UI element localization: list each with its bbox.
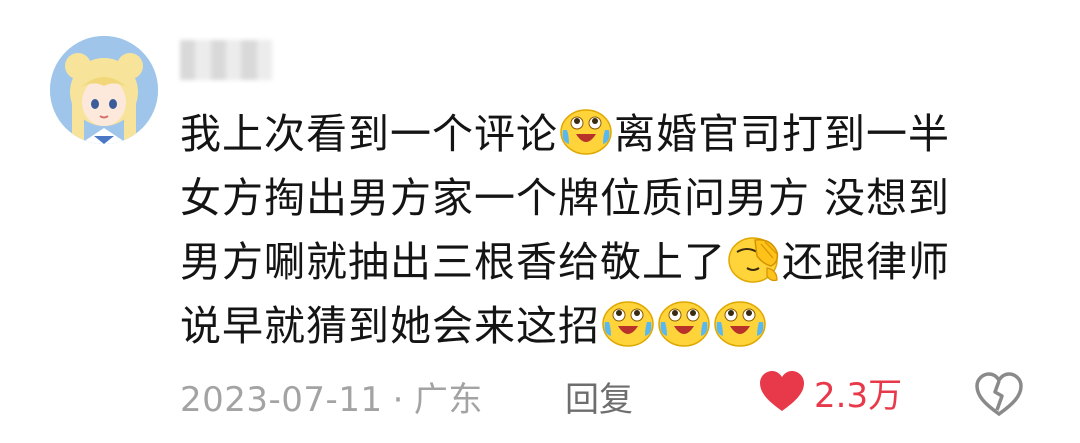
- comment-location: 广东: [413, 380, 483, 420]
- comment-line-1: 我上次看到一个评论 离婚官司打到一半: [180, 102, 1040, 166]
- comment-item: 我上次看到一个评论 离婚官司打到一半 女方掏出男方家一个牌位质问男方 没想到 男…: [0, 0, 1080, 443]
- laugh-cry-icon: [713, 298, 767, 348]
- comment-segment: 离婚官司打到一半: [614, 110, 950, 158]
- comment-line-4: 说早就猜到她会来这招: [180, 294, 1040, 358]
- like-count: 2.3万: [814, 376, 903, 416]
- comment-segment: 女方掏出男方家一个牌位质问男方 没想到: [180, 174, 951, 222]
- comment-line-3: 男方唰就抽出三根香给敬上了 还跟律师: [180, 230, 1040, 294]
- comment-text: 我上次看到一个评论 离婚官司打到一半 女方掏出男方家一个牌位质问男方 没想到 男…: [180, 102, 1040, 358]
- laugh-cry-icon: [559, 106, 613, 156]
- comment-segment: 说早就猜到她会来这招: [180, 302, 600, 350]
- comment-meta: 2023-07-11 · 广东: [180, 372, 483, 421]
- comment-segment: 还跟律师: [782, 238, 950, 286]
- dislike-button[interactable]: [975, 372, 1023, 417]
- avatar[interactable]: [50, 36, 158, 144]
- username-blurred[interactable]: [180, 40, 272, 80]
- comment-segment: 我上次看到一个评论: [180, 110, 558, 158]
- meta-separator: ·: [392, 380, 404, 420]
- broken-heart-icon: [975, 372, 1023, 420]
- heart-icon: [758, 369, 806, 417]
- laugh-cry-icon: [601, 298, 655, 348]
- comment-line-2: 女方掏出男方家一个牌位质问男方 没想到: [180, 166, 1040, 230]
- like-button[interactable]: 2.3万: [758, 368, 902, 417]
- reply-button[interactable]: 回复: [565, 372, 633, 421]
- facepalm-icon: [727, 234, 781, 284]
- comment-date: 2023-07-11: [180, 380, 383, 420]
- comment-segment: 男方唰就抽出三根香给敬上了: [180, 238, 726, 286]
- laugh-cry-icon: [657, 298, 711, 348]
